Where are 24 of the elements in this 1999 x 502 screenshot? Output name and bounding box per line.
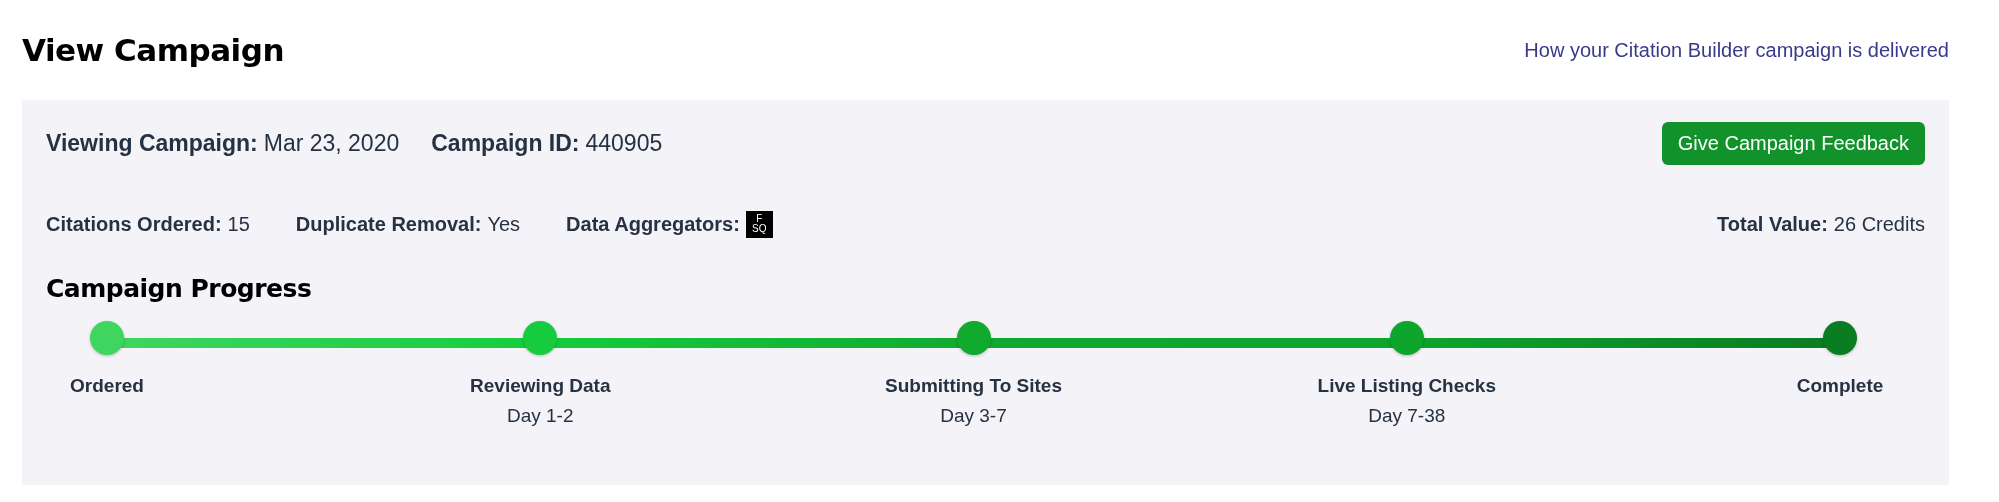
- step-label: Ordered: [70, 375, 144, 397]
- section-title: Campaign Progress: [46, 274, 313, 303]
- field-label: Total Value:: [1717, 212, 1828, 236]
- step-label: Reviewing Data: [470, 375, 611, 397]
- page-title: View Campaign: [22, 32, 284, 68]
- field-label: Viewing Campaign:: [46, 129, 258, 157]
- field-value: 440905: [585, 129, 663, 157]
- field-value: 26 Credits: [1833, 212, 1925, 236]
- step-label: Submitting To Sites: [885, 375, 1062, 397]
- field-label: Duplicate Removal:: [295, 212, 482, 236]
- field-value: Mar 23, 2020: [263, 129, 400, 157]
- help-link[interactable]: How your Citation Builder campaign is delivered: [1524, 38, 1949, 62]
- step-duration: Day 7-38: [1368, 405, 1446, 427]
- feedback-button[interactable]: Give Campaign Feedback: [1661, 121, 1925, 165]
- field-label: Citations Ordered:: [46, 212, 222, 236]
- field-label: Campaign ID:: [431, 129, 580, 157]
- step-label: Live Listing Checks: [1317, 375, 1496, 397]
- step-duration: Day 1-2: [507, 405, 574, 427]
- field-value: Yes: [487, 212, 521, 236]
- field-label: Data Aggregators:: [566, 212, 740, 236]
- field-value: 15: [227, 212, 250, 236]
- step-label: Complete: [1796, 375, 1884, 397]
- aggregator-logo: F SQ: [745, 210, 773, 238]
- step-duration: Day 3-7: [940, 405, 1007, 427]
